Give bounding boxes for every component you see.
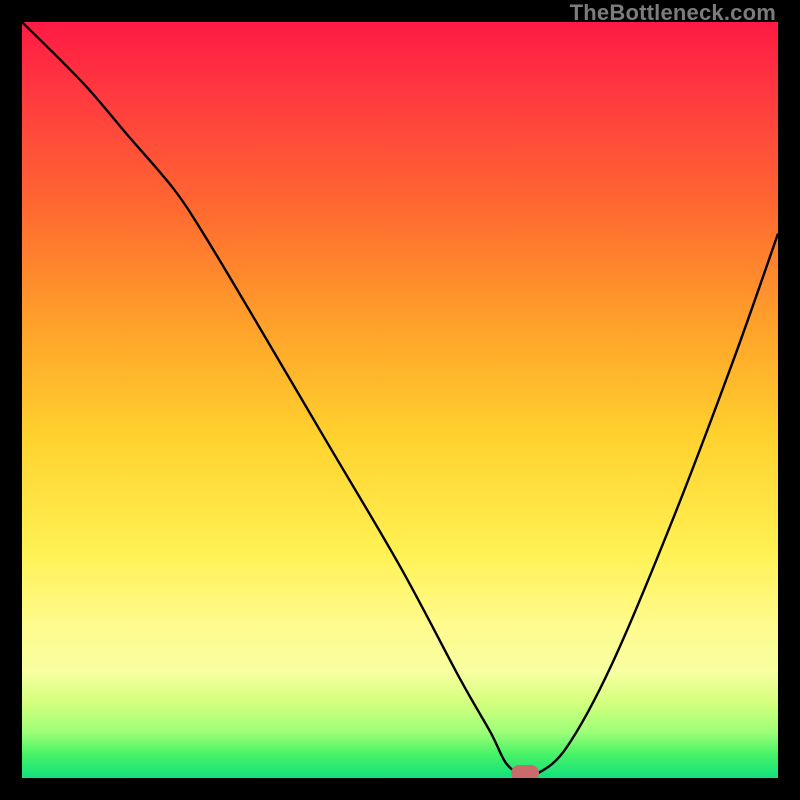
bottleneck-curve [22, 22, 778, 778]
chart-frame: TheBottleneck.com [0, 0, 800, 800]
curve-path [22, 22, 778, 777]
optimal-marker [511, 765, 539, 778]
plot-area [22, 22, 778, 778]
